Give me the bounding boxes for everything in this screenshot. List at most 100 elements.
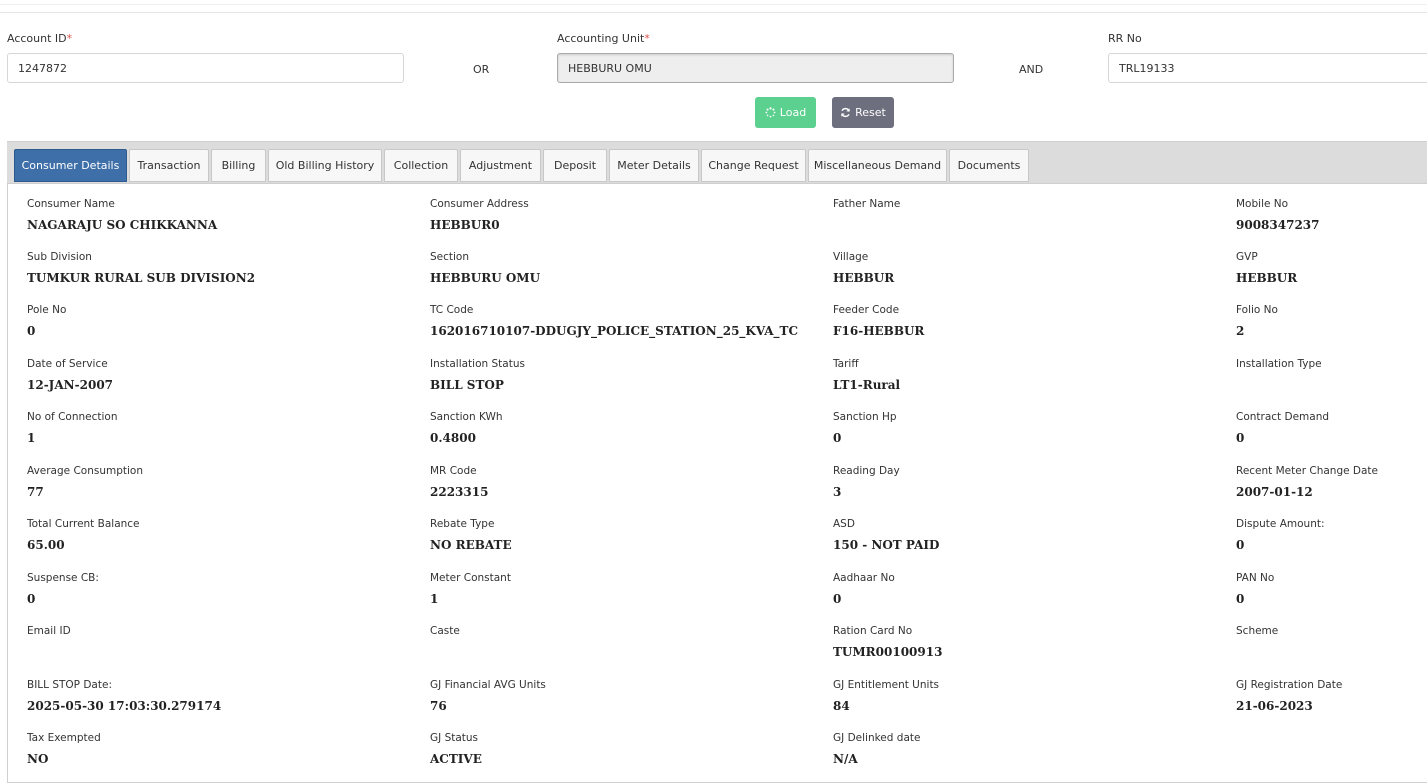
field-value: 0 <box>1236 538 1245 552</box>
field-label: PAN No <box>1236 572 1275 584</box>
field-value: 0 <box>27 324 36 338</box>
field-label: GJ Registration Date <box>1236 679 1343 691</box>
field-value: 65.00 <box>27 538 65 552</box>
tab-change-request[interactable]: Change Request <box>701 149 806 182</box>
spinner-icon <box>765 107 776 118</box>
field-label: Tax Exempted <box>27 732 101 744</box>
field-value: 2223315 <box>430 485 489 499</box>
field-value: F16-HEBBUR <box>833 324 925 338</box>
tab-documents[interactable]: Documents <box>949 149 1029 182</box>
rr-no-input[interactable] <box>1108 53 1427 83</box>
tab-transaction[interactable]: Transaction <box>129 149 209 182</box>
field-label: Email ID <box>27 625 71 637</box>
or-separator: OR <box>473 63 490 76</box>
field-value: 0 <box>1236 431 1245 445</box>
field-label: Suspense CB: <box>27 572 99 584</box>
field-label: Mobile No <box>1236 198 1289 210</box>
and-separator: AND <box>1019 63 1044 76</box>
field-label: Feeder Code <box>833 304 900 316</box>
field-value: 162016710107-DDUGJY_POLICE_STATION_25_KV… <box>430 324 799 338</box>
field-value: NO REBATE <box>430 538 512 552</box>
load-label: Load <box>779 106 807 119</box>
field-label: GVP <box>1236 251 1258 263</box>
field-label: Average Consumption <box>27 465 143 477</box>
field-label: Aadhaar No <box>833 572 895 584</box>
field-value: 0 <box>833 431 842 445</box>
account-id-label: Account ID* <box>7 32 73 45</box>
tab-adjustment[interactable]: Adjustment <box>460 149 541 182</box>
field-label: BILL STOP Date: <box>27 679 112 691</box>
field-label: Recent Meter Change Date <box>1236 465 1379 477</box>
field-value: NO <box>27 752 49 766</box>
reset-button[interactable]: Reset <box>832 97 894 128</box>
field-value: ACTIVE <box>430 752 482 766</box>
field-label: Installation Type <box>1236 358 1322 370</box>
field-label: Pole No <box>27 304 67 316</box>
top-divider <box>0 4 1427 5</box>
field-value: HEBBUR <box>1236 271 1298 285</box>
tab-collection[interactable]: Collection <box>384 149 458 182</box>
field-label: Section <box>430 251 470 263</box>
field-label: Tariff <box>833 358 859 370</box>
field-value: BILL STOP <box>430 378 504 392</box>
field-value: 77 <box>27 485 44 499</box>
field-value: 84 <box>833 699 850 713</box>
field-value: N/A <box>833 752 858 766</box>
field-value: LT1-Rural <box>833 378 901 392</box>
tab-meter-details[interactable]: Meter Details <box>609 149 699 182</box>
field-label: Dispute Amount: <box>1236 518 1325 530</box>
field-value: 2025-05-30 17:03:30.279174 <box>27 699 222 713</box>
field-value: 76 <box>430 699 447 713</box>
field-label: Village <box>833 251 869 263</box>
accounting-unit-select[interactable] <box>557 53 954 83</box>
field-label: Father Name <box>833 198 901 210</box>
field-value: 3 <box>833 485 842 499</box>
field-value: TUMKUR RURAL SUB DIVISION2 <box>27 271 256 285</box>
field-value: 150 - NOT PAID <box>833 538 940 552</box>
field-label: GJ Entitlement Units <box>833 679 940 691</box>
field-label: TC Code <box>430 304 474 316</box>
field-label: GJ Status <box>430 732 479 744</box>
field-label: Caste <box>430 625 460 637</box>
field-label: Consumer Name <box>27 198 115 210</box>
field-value: 21-06-2023 <box>1236 699 1313 713</box>
field-value: HEBBUR0 <box>430 218 500 232</box>
field-value: TUMR00100913 <box>833 645 943 659</box>
rr-no-label: RR No <box>1108 32 1142 45</box>
field-label: Reading Day <box>833 465 900 477</box>
field-label: No of Connection <box>27 411 118 423</box>
field-value: 9008347237 <box>1236 218 1320 232</box>
load-button[interactable]: Load <box>755 97 816 128</box>
account-id-input[interactable] <box>7 53 404 83</box>
tab-old-billing-history[interactable]: Old Billing History <box>268 149 382 182</box>
field-value: 1 <box>430 592 439 606</box>
tab-consumer-details[interactable]: Consumer Details <box>14 149 127 182</box>
field-value: HEBBURU OMU <box>430 271 541 285</box>
tab-billing[interactable]: Billing <box>211 149 266 182</box>
field-value: 2007-01-12 <box>1236 485 1313 499</box>
field-label: Rebate Type <box>430 518 495 530</box>
field-label: Meter Constant <box>430 572 511 584</box>
accounting-unit-label: Accounting Unit* <box>557 32 650 45</box>
field-value: HEBBUR <box>833 271 895 285</box>
field-value: NAGARAJU SO CHIKKANNA <box>27 218 218 232</box>
field-label: Folio No <box>1236 304 1278 316</box>
field-value: 0 <box>833 592 842 606</box>
details-panel <box>7 141 1427 783</box>
tab-miscellaneous-demand[interactable]: Miscellaneous Demand <box>808 149 947 182</box>
field-label: Total Current Balance <box>27 518 140 530</box>
field-label: Sub Division <box>27 251 92 263</box>
field-label: Scheme <box>1236 625 1279 637</box>
refresh-icon <box>841 107 850 118</box>
field-value: 0 <box>27 592 36 606</box>
field-label: Contract Demand <box>1236 411 1330 423</box>
field-label: GJ Financial AVG Units <box>430 679 546 691</box>
field-label: GJ Delinked date <box>833 732 921 744</box>
field-value: 0 <box>1236 592 1245 606</box>
reset-label: Reset <box>855 106 886 119</box>
field-label: Date of Service <box>27 358 108 370</box>
field-value: 12-JAN-2007 <box>27 378 114 392</box>
tab-deposit[interactable]: Deposit <box>543 149 607 182</box>
field-label: Installation Status <box>430 358 525 370</box>
field-label: Ration Card No <box>833 625 913 637</box>
